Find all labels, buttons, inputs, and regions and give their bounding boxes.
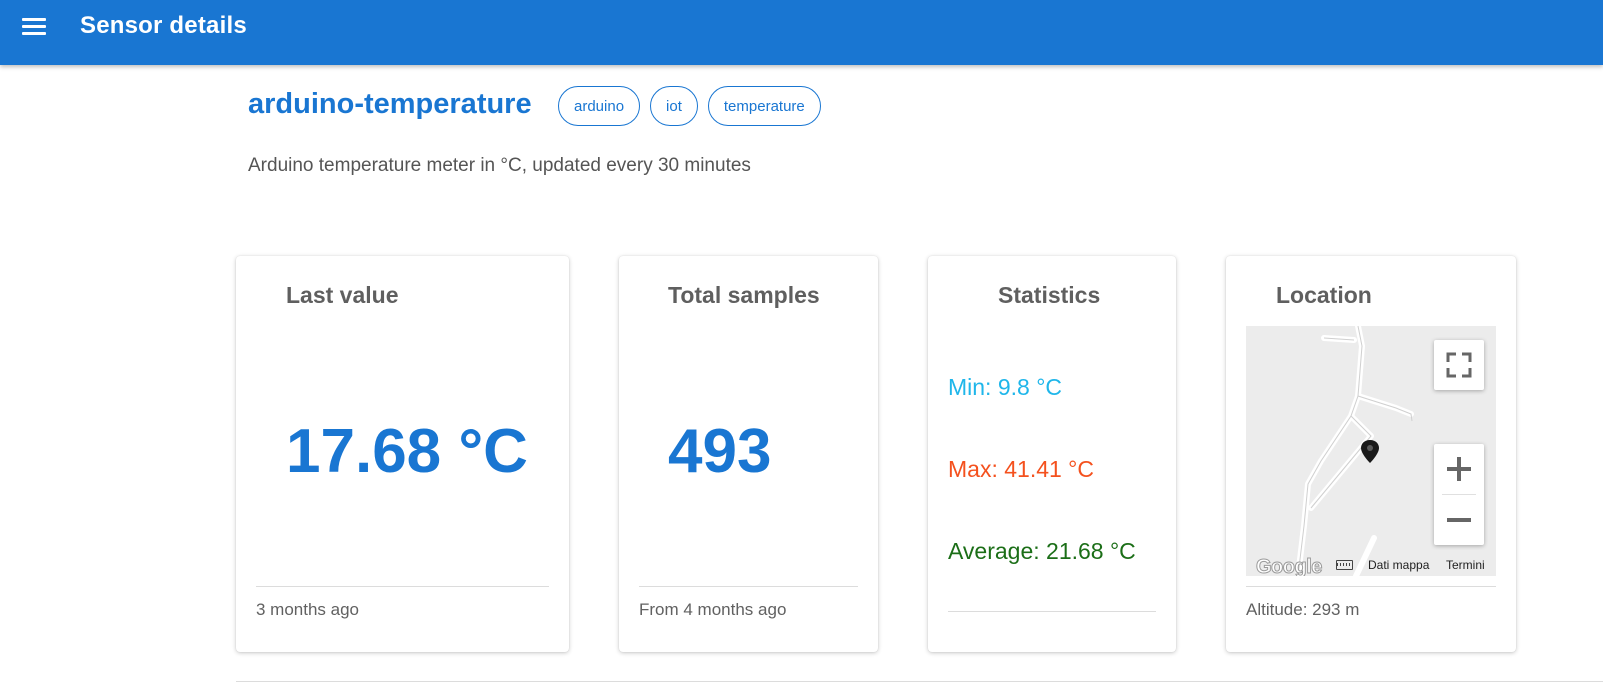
card-title: Statistics xyxy=(998,282,1101,308)
map-terms-link[interactable]: Termini xyxy=(1446,558,1485,572)
app-title: Sensor details xyxy=(80,12,247,39)
sensor-name: arduino-temperature xyxy=(248,88,532,120)
fullscreen-button[interactable] xyxy=(1434,340,1484,390)
divider xyxy=(948,611,1156,612)
zoom-out-button[interactable] xyxy=(1434,495,1484,545)
app-bar: Sensor details xyxy=(0,0,1603,65)
stat-average: Average: 21.68 °C xyxy=(948,538,1136,564)
stat-max: Max: 41.41 °C xyxy=(948,456,1094,482)
map[interactable]: Google Dati mappa Termini xyxy=(1246,326,1496,576)
tag-chip[interactable]: arduino xyxy=(558,86,641,126)
tag-chip[interactable]: temperature xyxy=(707,86,821,126)
total-samples-card: Total samples 493 From 4 months ago xyxy=(619,256,878,652)
zoom-control xyxy=(1434,444,1484,545)
menu-icon[interactable] xyxy=(22,16,48,38)
google-logo: Google xyxy=(1256,556,1323,577)
map-footer: Google Dati mappa Termini xyxy=(1246,556,1496,577)
last-value-footer: 3 months ago xyxy=(256,600,360,619)
zoom-in-button[interactable] xyxy=(1434,444,1484,494)
tag-list: arduino iot temperature xyxy=(558,86,821,126)
location-card: Location Google Dati mappa Termini Altit… xyxy=(1226,256,1516,652)
location-pin-icon[interactable] xyxy=(1361,440,1379,463)
total-samples-value: 493 xyxy=(668,417,772,486)
plus-icon xyxy=(1447,457,1471,481)
minus-icon xyxy=(1447,518,1471,522)
location-footer: Altitude: 293 m xyxy=(1246,600,1360,619)
map-data-link[interactable]: Dati mappa xyxy=(1368,558,1429,572)
divider xyxy=(639,586,858,587)
sensor-description: Arduino temperature meter in °C, updated… xyxy=(248,155,751,176)
last-value-card: Last value 17.68 °C 3 months ago xyxy=(236,256,569,652)
tag-chip[interactable]: iot xyxy=(650,86,698,126)
divider xyxy=(1246,586,1496,587)
card-title: Location xyxy=(1276,282,1372,308)
statistics-card: Statistics Min: 9.8 °C Max: 41.41 °C Ave… xyxy=(928,256,1176,652)
card-title: Total samples xyxy=(668,282,820,308)
fullscreen-icon xyxy=(1446,352,1472,378)
keyboard-icon[interactable] xyxy=(1336,560,1353,570)
divider xyxy=(256,586,549,587)
last-value: 17.68 °C xyxy=(286,417,528,486)
card-title: Last value xyxy=(286,282,399,308)
stat-min: Min: 9.8 °C xyxy=(948,374,1063,400)
total-samples-footer: From 4 months ago xyxy=(639,600,787,619)
page-divider xyxy=(236,681,1603,682)
